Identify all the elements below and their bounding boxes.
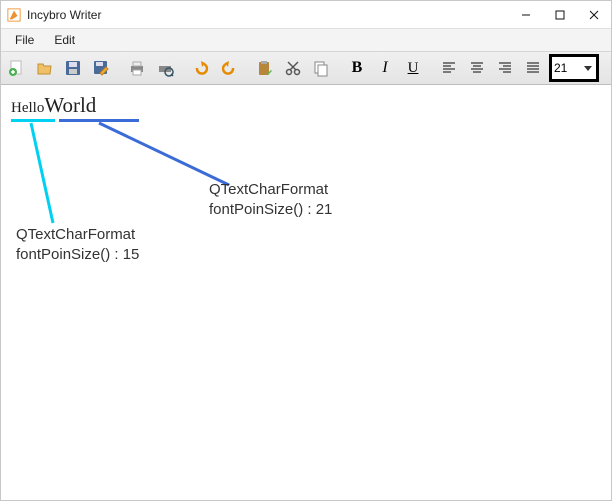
titlebar: Incybro Writer [1, 1, 611, 29]
align-justify-icon [525, 60, 541, 76]
annotation-1-line2: fontPoinSize() : 15 [16, 245, 139, 265]
copy-icon [312, 59, 330, 77]
save-button[interactable] [60, 55, 86, 81]
align-right-icon [497, 60, 513, 76]
cut-button[interactable] [280, 55, 306, 81]
annotation-box-2: QTextCharFormat fontPoinSize() : 21 [209, 180, 332, 219]
align-justify-button[interactable] [520, 55, 546, 81]
align-center-icon [469, 60, 485, 76]
minimize-button[interactable] [509, 1, 543, 28]
annotation-box-1: QTextCharFormat fontPoinSize() : 15 [16, 225, 139, 264]
paste-button[interactable] [252, 55, 278, 81]
toolbar: B I U [1, 51, 611, 85]
italic-icon: I [382, 59, 387, 77]
underline-word2 [59, 119, 139, 122]
redo-icon [220, 59, 238, 77]
text-word2[interactable]: World [44, 93, 96, 117]
window-controls [509, 1, 611, 28]
menu-file[interactable]: File [5, 31, 44, 49]
underline-button[interactable]: U [400, 55, 426, 81]
close-button[interactable] [577, 1, 611, 28]
annotation-2-line1: QTextCharFormat [209, 180, 332, 200]
bold-button[interactable]: B [344, 55, 370, 81]
align-left-button[interactable] [436, 55, 462, 81]
print-button[interactable] [124, 55, 150, 81]
redo-button[interactable] [216, 55, 242, 81]
undo-button[interactable] [188, 55, 214, 81]
separator [335, 56, 343, 80]
underline-icon: U [408, 60, 419, 77]
copy-button[interactable] [308, 55, 334, 81]
separator [115, 56, 123, 80]
annotation-2-line2: fontPoinSize() : 21 [209, 200, 332, 220]
save-pencil-icon [92, 59, 110, 77]
separator [179, 56, 187, 80]
window-title: Incybro Writer [27, 8, 509, 22]
align-left-icon [441, 60, 457, 76]
folder-open-icon [36, 59, 54, 77]
print-preview-icon [156, 59, 174, 77]
separator [243, 56, 251, 80]
separator [427, 56, 435, 80]
printer-icon [128, 59, 146, 77]
underline-word1 [11, 119, 55, 122]
bold-icon: B [352, 59, 363, 77]
save-icon [64, 59, 82, 77]
fontsize-input[interactable] [554, 61, 582, 75]
document-area[interactable]: HelloWorld QTextCharFormat fontPoinSize(… [1, 85, 611, 500]
menubar: File Edit [1, 29, 611, 51]
maximize-button[interactable] [543, 1, 577, 28]
app-window: Incybro Writer File Edit B I U [0, 0, 612, 501]
new-file-icon [8, 59, 26, 77]
app-icon [7, 8, 21, 22]
align-center-button[interactable] [464, 55, 490, 81]
annotation-1-line1: QTextCharFormat [16, 225, 139, 245]
print-preview-button[interactable] [152, 55, 178, 81]
scissors-icon [284, 59, 302, 77]
open-button[interactable] [32, 55, 58, 81]
text-word1[interactable]: Hello [11, 100, 44, 116]
align-right-button[interactable] [492, 55, 518, 81]
menu-edit[interactable]: Edit [44, 31, 85, 49]
text-content[interactable]: HelloWorld [11, 93, 96, 118]
fontsize-combobox[interactable] [549, 54, 599, 82]
undo-icon [192, 59, 210, 77]
paste-icon [256, 59, 274, 77]
new-button[interactable] [4, 55, 30, 81]
italic-button[interactable]: I [372, 55, 398, 81]
save-edit-button[interactable] [88, 55, 114, 81]
chevron-down-icon [584, 66, 592, 71]
